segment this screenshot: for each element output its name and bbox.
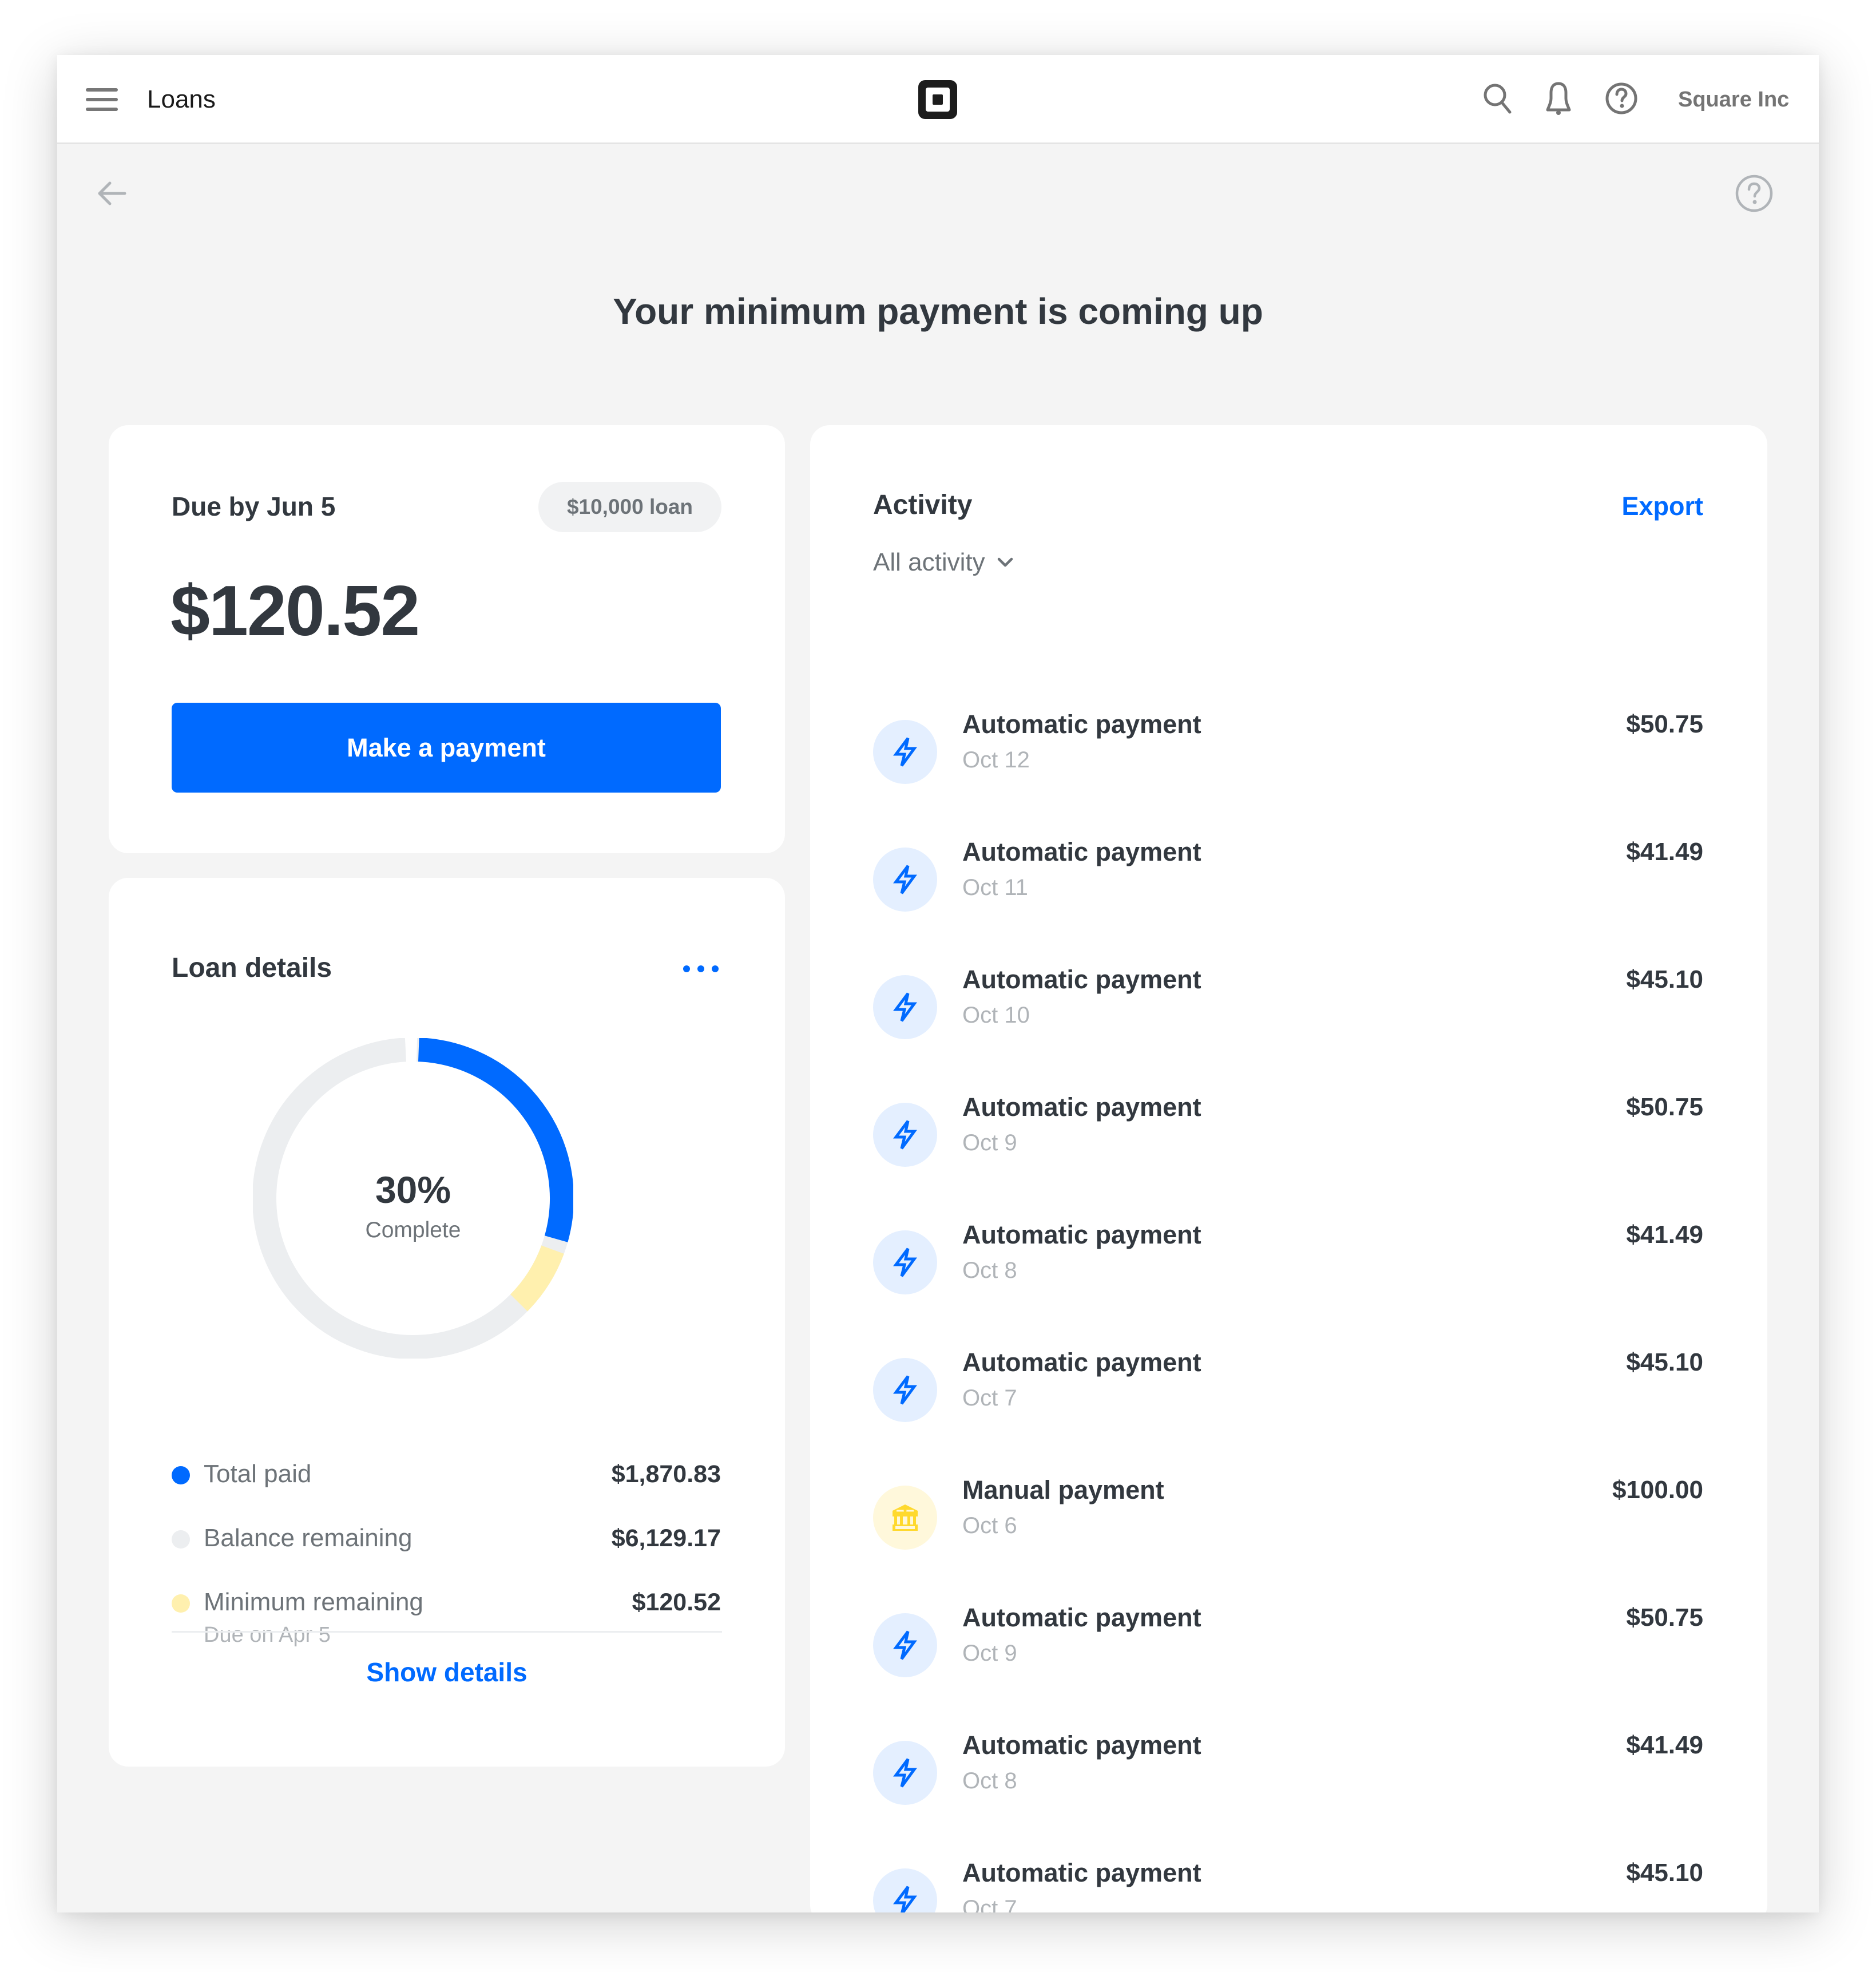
donut-percent: 30%: [375, 1169, 451, 1211]
app-title: Loans: [147, 85, 216, 113]
legend-balance-remaining: Balance remaining $6,129.17: [172, 1521, 721, 1555]
bell-icon[interactable]: [1540, 80, 1577, 117]
loan-details-title: Loan details: [172, 953, 332, 983]
square-logo[interactable]: [918, 80, 957, 119]
activity-item[interactable]: Automatic payment Oct 12 $50.75: [873, 710, 1703, 823]
show-details-link[interactable]: Show details: [109, 1655, 785, 1689]
legend-dot-yellow: [172, 1594, 190, 1613]
lightning-icon: [873, 975, 937, 1039]
activity-amount: $50.75: [1626, 710, 1703, 738]
donut-segment-minimum-remaining: [510, 1245, 564, 1312]
activity-item[interactable]: Automatic payment Oct 11 $41.49: [873, 837, 1703, 951]
page-help-icon[interactable]: [1734, 173, 1775, 214]
search-icon[interactable]: [1480, 80, 1517, 117]
activity-date: Oct 8: [962, 1768, 1017, 1793]
activity-amount: $50.75: [1626, 1093, 1703, 1121]
activity-amount: $41.49: [1626, 1221, 1703, 1249]
loan-amount-badge: $10,000 loan: [538, 482, 721, 532]
activity-title: Activity: [873, 490, 973, 520]
divider: [172, 1631, 722, 1633]
activity-amount: $45.10: [1626, 1348, 1703, 1376]
legend-due-date: Due on Apr 5: [204, 1623, 331, 1647]
legend-label: Total paid: [204, 1460, 312, 1488]
activity-date: Oct 6: [962, 1513, 1017, 1538]
activity-item[interactable]: Automatic payment Oct 9 $50.75: [873, 1603, 1703, 1716]
legend-dot-gray: [172, 1530, 190, 1549]
activity-title-text: Automatic payment: [962, 1220, 1201, 1249]
due-amount: $120.52: [170, 572, 420, 651]
activity-item[interactable]: Automatic payment Oct 10 $45.10: [873, 965, 1703, 1078]
activity-title-text: Automatic payment: [962, 965, 1201, 994]
legend-value: $1,870.83: [611, 1460, 721, 1488]
make-payment-button[interactable]: Make a payment: [172, 703, 721, 793]
lightning-icon: [873, 1613, 937, 1677]
activity-amount: $41.49: [1626, 838, 1703, 866]
legend-label: Minimum remaining: [204, 1588, 423, 1616]
donut-complete-label: Complete: [365, 1218, 461, 1242]
top-nav-bar: Loans Square Inc: [57, 55, 1819, 144]
export-link[interactable]: Export: [1621, 489, 1703, 524]
activity-date: Oct 11: [962, 875, 1028, 900]
activity-date: Oct 9: [962, 1641, 1017, 1666]
activity-card: Activity Export All activity Automatic p…: [810, 425, 1767, 1912]
activity-date: Oct 7: [962, 1385, 1017, 1411]
filter-label: All activity: [873, 548, 985, 576]
lightning-icon: [873, 1230, 937, 1294]
lightning-icon: [873, 1868, 937, 1912]
activity-date: Oct 12: [962, 747, 1030, 773]
payment-due-card: Due by Jun 5 $10,000 loan $120.52 Make a…: [109, 425, 785, 853]
activity-title-text: Automatic payment: [962, 1731, 1201, 1760]
lightning-icon: [873, 720, 937, 784]
legend-minimum-remaining: Minimum remaining $120.52 Due on Apr 5: [172, 1585, 721, 1647]
legend-value: $6,129.17: [611, 1524, 721, 1552]
back-arrow-icon[interactable]: [96, 180, 128, 207]
legend-value: $120.52: [632, 1589, 721, 1616]
help-icon[interactable]: [1603, 80, 1640, 117]
account-name[interactable]: Square Inc: [1678, 86, 1789, 113]
activity-item[interactable]: Automatic payment Oct 8 $41.49: [873, 1731, 1703, 1844]
activity-filter-dropdown[interactable]: All activity: [873, 545, 1015, 580]
activity-title-text: Automatic payment: [962, 837, 1201, 866]
due-date-label: Due by Jun 5: [172, 492, 336, 521]
app-window: Loans Square Inc Your minimum payment is…: [57, 55, 1819, 1912]
lightning-icon: [873, 1358, 937, 1422]
activity-item[interactable]: Manual payment Oct 6 $100.00: [873, 1475, 1703, 1589]
activity-date: Oct 8: [962, 1258, 1017, 1283]
activity-amount: $45.10: [1626, 965, 1703, 993]
page-title: Your minimum payment is coming up: [613, 291, 1263, 332]
activity-item[interactable]: Automatic payment Oct 7 $45.10: [873, 1858, 1703, 1912]
activity-date: Oct 10: [962, 1003, 1030, 1028]
chevron-down-icon: [997, 557, 1013, 567]
activity-amount: $41.49: [1626, 1731, 1703, 1759]
legend-total-paid: Total paid $1,870.83: [172, 1457, 721, 1491]
activity-title-text: Automatic payment: [962, 1858, 1201, 1887]
menu-icon[interactable]: [86, 88, 118, 111]
activity-title-text: Automatic payment: [962, 1092, 1201, 1122]
legend-label: Balance remaining: [204, 1524, 413, 1552]
activity-title-text: Manual payment: [962, 1475, 1164, 1504]
lightning-icon: [873, 848, 937, 912]
activity-amount: $45.10: [1626, 1859, 1703, 1887]
more-options-icon[interactable]: [681, 955, 721, 983]
activity-title-text: Automatic payment: [962, 710, 1201, 739]
activity-amount: $50.75: [1626, 1603, 1703, 1632]
activity-title-text: Automatic payment: [962, 1603, 1201, 1632]
activity-date: Oct 9: [962, 1130, 1017, 1155]
activity-amount: $100.00: [1612, 1476, 1703, 1504]
lightning-icon: [873, 1103, 937, 1167]
legend-dot-blue: [172, 1466, 190, 1484]
activity-date: Oct 7: [962, 1896, 1017, 1912]
activity-item[interactable]: Automatic payment Oct 7 $45.10: [873, 1348, 1703, 1461]
bank-icon: [873, 1486, 937, 1550]
loan-details-card: Loan details 30% Complete Total paid $1,…: [109, 878, 785, 1767]
lightning-icon: [873, 1741, 937, 1805]
activity-item[interactable]: Automatic payment Oct 9 $50.75: [873, 1092, 1703, 1206]
activity-item[interactable]: Automatic payment Oct 8 $41.49: [873, 1220, 1703, 1333]
activity-title-text: Automatic payment: [962, 1348, 1201, 1377]
